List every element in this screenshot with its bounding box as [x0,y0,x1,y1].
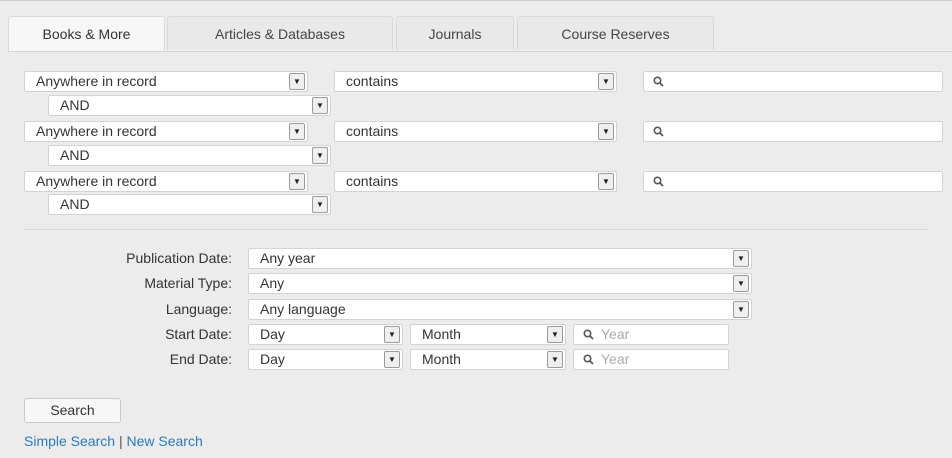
chevron-down-icon[interactable]: ▼ [312,97,328,114]
publication-date-value: Any year [260,250,316,266]
chevron-down-icon[interactable]: ▼ [289,73,305,90]
query-input-3[interactable] [643,171,943,192]
search-icon [653,172,664,187]
search-icon [653,122,664,137]
query-input-2[interactable] [643,121,943,142]
section-divider [24,229,928,230]
language-select[interactable]: Any language ▼ [248,299,752,320]
search-icon [583,325,594,340]
field-select-1[interactable]: Anywhere in record ▼ [24,71,308,92]
end-date-label: End Date: [169,351,232,367]
end-month-select[interactable]: Month ▼ [410,349,566,370]
chevron-down-icon[interactable]: ▼ [312,196,328,213]
publication-date-select[interactable]: Any year ▼ [248,248,752,269]
material-type-label: Material Type: [144,275,232,291]
end-year-input[interactable]: Year [573,349,729,370]
start-month-value: Month [422,326,461,342]
start-month-select[interactable]: Month ▼ [410,324,566,345]
tab-articles-databases[interactable]: Articles & Databases [167,16,393,50]
operator-select-3-value: contains [346,173,399,189]
field-select-1-value: Anywhere in record [36,73,157,89]
material-type-value: Any [260,275,285,291]
boolean-select-3[interactable]: AND ▼ [48,194,331,215]
boolean-select-3-value: AND [60,196,90,212]
operator-select-1-value: contains [346,73,399,89]
operator-select-2[interactable]: contains ▼ [334,121,617,142]
chevron-down-icon[interactable]: ▼ [733,250,749,267]
chevron-down-icon[interactable]: ▼ [289,123,305,140]
simple-search-link[interactable]: Simple Search [24,433,115,449]
chevron-down-icon[interactable]: ▼ [598,73,614,90]
start-day-value: Day [260,326,285,342]
tab-books-more[interactable]: Books & More [8,16,165,52]
chevron-down-icon[interactable]: ▼ [289,173,305,190]
link-separator: | [118,433,123,449]
end-year-placeholder: Year [601,351,630,367]
search-icon [653,72,664,87]
query-input-1[interactable] [643,71,943,92]
tab-journals[interactable]: Journals [396,16,514,50]
search-button[interactable]: Search [24,398,121,423]
start-day-select[interactable]: Day ▼ [248,324,403,345]
operator-select-1[interactable]: contains ▼ [334,71,617,92]
chevron-down-icon[interactable]: ▼ [547,326,563,343]
end-day-select[interactable]: Day ▼ [248,349,403,370]
language-label: Language: [165,301,232,317]
publication-date-label: Publication Date: [126,250,232,266]
tabs-underline [8,51,952,52]
chevron-down-icon[interactable]: ▼ [598,123,614,140]
boolean-select-1[interactable]: AND ▼ [48,95,331,116]
boolean-select-2[interactable]: AND ▼ [48,145,331,166]
language-value: Any language [260,301,346,317]
field-select-2-value: Anywhere in record [36,123,157,139]
start-date-label: Start Date: [165,326,232,342]
boolean-select-1-value: AND [60,97,90,113]
field-select-3-value: Anywhere in record [36,173,157,189]
footer-links: Simple Search | New Search [24,433,203,449]
operator-select-2-value: contains [346,123,399,139]
tab-course-reserves[interactable]: Course Reserves [517,16,714,50]
field-select-2[interactable]: Anywhere in record ▼ [24,121,308,142]
end-day-value: Day [260,351,285,367]
chevron-down-icon[interactable]: ▼ [312,147,328,164]
start-year-placeholder: Year [601,326,630,342]
material-type-select[interactable]: Any ▼ [248,273,752,294]
chevron-down-icon[interactable]: ▼ [733,275,749,292]
field-select-3[interactable]: Anywhere in record ▼ [24,171,308,192]
new-search-link[interactable]: New Search [126,433,202,449]
chevron-down-icon[interactable]: ▼ [547,351,563,368]
chevron-down-icon[interactable]: ▼ [598,173,614,190]
search-icon [583,350,594,365]
chevron-down-icon[interactable]: ▼ [733,301,749,318]
chevron-down-icon[interactable]: ▼ [384,326,400,343]
top-border [0,0,952,1]
operator-select-3[interactable]: contains ▼ [334,171,617,192]
start-year-input[interactable]: Year [573,324,729,345]
boolean-select-2-value: AND [60,147,90,163]
end-month-value: Month [422,351,461,367]
chevron-down-icon[interactable]: ▼ [384,351,400,368]
